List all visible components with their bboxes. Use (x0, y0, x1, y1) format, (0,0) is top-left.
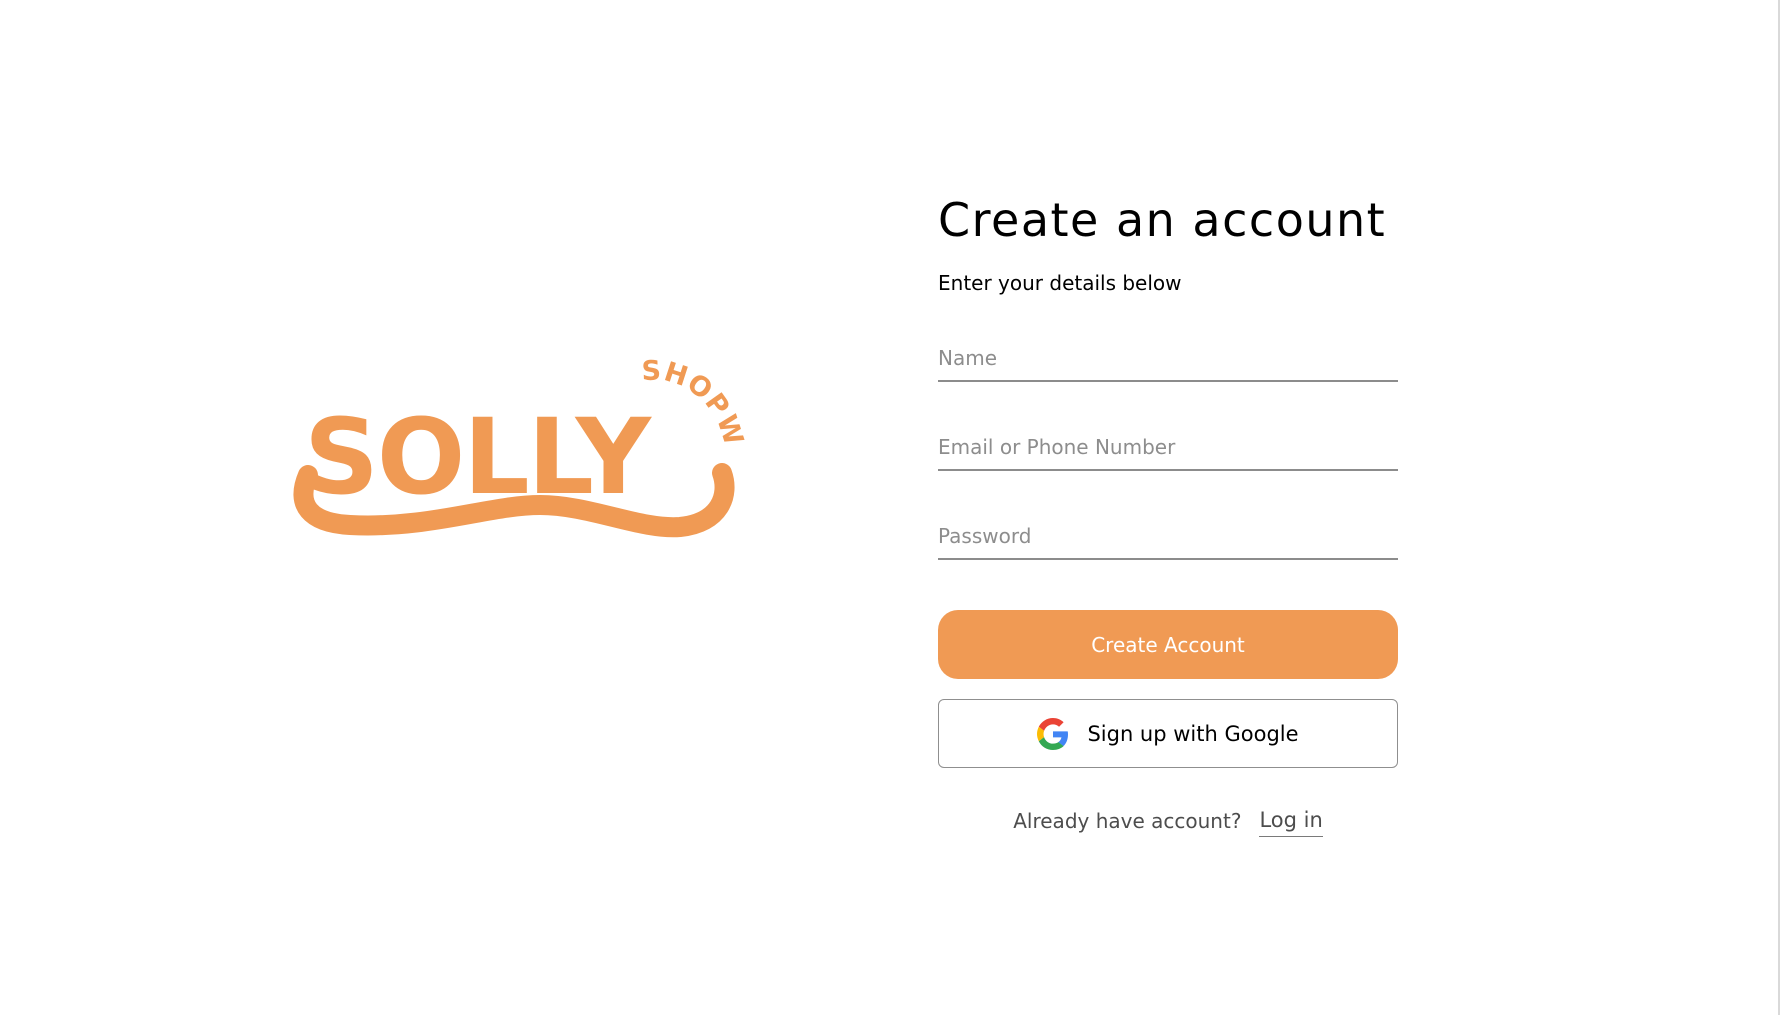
logo-wordmark: SOLLY (304, 396, 653, 518)
login-prompt: Already have account? Log in (938, 808, 1398, 837)
login-link[interactable]: Log in (1259, 808, 1323, 837)
name-field-wrapper (938, 338, 1398, 382)
name-input[interactable] (938, 346, 1398, 380)
page-title: Create an account (938, 193, 1387, 247)
email-input[interactable] (938, 435, 1398, 469)
password-input[interactable] (938, 524, 1398, 558)
brand-logo-graphic: SOLLY SHOPWE (290, 355, 748, 538)
create-account-button[interactable]: Create Account (938, 610, 1398, 679)
google-icon (1037, 717, 1069, 750)
password-field-wrapper (938, 516, 1398, 560)
signup-form: Create an account Enter your details bel… (938, 190, 1398, 837)
page-subtitle: Enter your details below (938, 271, 1182, 295)
page-edge-divider (1778, 0, 1780, 1015)
create-account-label: Create Account (1091, 632, 1245, 657)
brand-logo: SOLLY SHOPWE (290, 355, 760, 550)
google-signup-label: Sign up with Google (1087, 721, 1299, 746)
login-prompt-text: Already have account? (1013, 809, 1242, 833)
email-field-wrapper (938, 427, 1398, 471)
google-signup-button[interactable]: Sign up with Google (938, 699, 1398, 768)
signup-page: SOLLY SHOPWE Create an account Enter you… (0, 0, 1782, 1015)
